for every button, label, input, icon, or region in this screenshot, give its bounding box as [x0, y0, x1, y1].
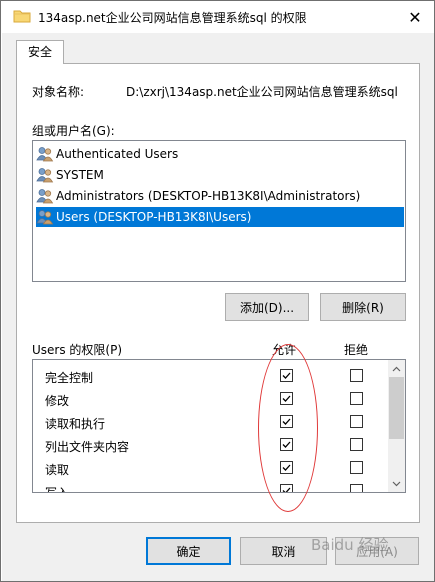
scroll-up-button[interactable]: [388, 360, 405, 377]
groups-label: 组或用户名(G):: [32, 124, 115, 138]
allow-column-header: 允许: [272, 343, 297, 357]
permissions-dialog: 134asp.net企业公司网站信息管理系统sql 的权限 ✕ 安全 对象名称:…: [0, 0, 435, 582]
user-list-item[interactable]: Authenticated Users: [36, 144, 178, 164]
object-path: D:\zxrj\134asp.net企业公司网站信息管理系统sql: [126, 85, 398, 99]
chevron-up-icon: [392, 366, 401, 371]
object-name-label: 对象名称:: [32, 85, 85, 99]
permission-name: 写入: [45, 486, 70, 493]
permission-name: 读取: [45, 463, 70, 477]
deny-column-header: 拒绝: [344, 343, 369, 357]
allow-checkbox[interactable]: [280, 415, 293, 428]
permissions-scrollbar[interactable]: [388, 360, 405, 492]
deny-checkbox[interactable]: [350, 438, 363, 451]
folder-icon: [13, 10, 31, 23]
allow-checkbox[interactable]: [280, 438, 293, 451]
user-list-item[interactable]: Users (DESKTOP-HB13K8I\Users): [36, 207, 404, 227]
close-button[interactable]: ✕: [396, 1, 434, 33]
permission-row: 写入: [33, 480, 388, 493]
apply-button[interactable]: 应用(A): [335, 537, 419, 565]
user-list-item[interactable]: SYSTEM: [36, 165, 104, 185]
users-icon: [36, 188, 54, 204]
deny-checkbox[interactable]: [350, 415, 363, 428]
users-icon: [36, 209, 54, 225]
permission-name: 完全控制: [45, 371, 94, 385]
allow-checkbox[interactable]: [280, 461, 293, 474]
deny-checkbox[interactable]: [350, 484, 363, 492]
users-list[interactable]: Authenticated Users SYSTEM Administrators …: [32, 140, 406, 282]
user-list-item[interactable]: Administrators (DESKTOP-HB13K8I\Administ…: [36, 186, 360, 206]
close-icon: ✕: [408, 7, 422, 27]
permissions-label: Users 的权限(P): [32, 343, 123, 357]
permission-row: 列出文件夹内容: [33, 434, 388, 457]
allow-checkbox[interactable]: [280, 392, 293, 405]
user-name: Users (DESKTOP-HB13K8I\Users): [56, 210, 252, 224]
add-button[interactable]: 添加(D)...: [225, 293, 309, 321]
permissions-list[interactable]: 完全控制修改读取和执行列出文件夹内容 读取写入: [32, 359, 406, 493]
scroll-thumb[interactable]: [389, 377, 404, 439]
scroll-down-button[interactable]: [388, 475, 405, 492]
ok-button[interactable]: 确定: [146, 537, 231, 565]
remove-button[interactable]: 删除(R): [320, 293, 406, 321]
permission-name: 列出文件夹内容: [45, 440, 130, 454]
allow-checkbox[interactable]: [280, 484, 293, 492]
tab-security[interactable]: 安全: [16, 40, 64, 64]
cancel-button[interactable]: 取消: [240, 537, 327, 565]
user-name: Authenticated Users: [56, 147, 179, 161]
permission-name: 读取和执行: [45, 417, 106, 431]
deny-checkbox[interactable]: [350, 369, 363, 382]
window-title: 134asp.net企业公司网站信息管理系统sql 的权限: [38, 11, 307, 25]
title-bar: 134asp.net企业公司网站信息管理系统sql 的权限 ✕: [1, 1, 434, 33]
users-icon: [36, 146, 54, 162]
chevron-down-icon: [392, 481, 401, 486]
permission-row: 完全控制: [33, 365, 388, 388]
permission-row: 读取和执行: [33, 411, 388, 434]
deny-checkbox[interactable]: [350, 392, 363, 405]
users-icon: [36, 167, 54, 183]
user-name: Administrators (DESKTOP-HB13K8I\Administ…: [56, 189, 361, 203]
user-name: SYSTEM: [56, 168, 104, 182]
deny-checkbox[interactable]: [350, 461, 363, 474]
permission-row: 读取: [33, 457, 388, 480]
permission-name: 修改: [45, 394, 70, 408]
allow-checkbox[interactable]: [280, 369, 293, 382]
permission-row: 修改: [33, 388, 388, 411]
